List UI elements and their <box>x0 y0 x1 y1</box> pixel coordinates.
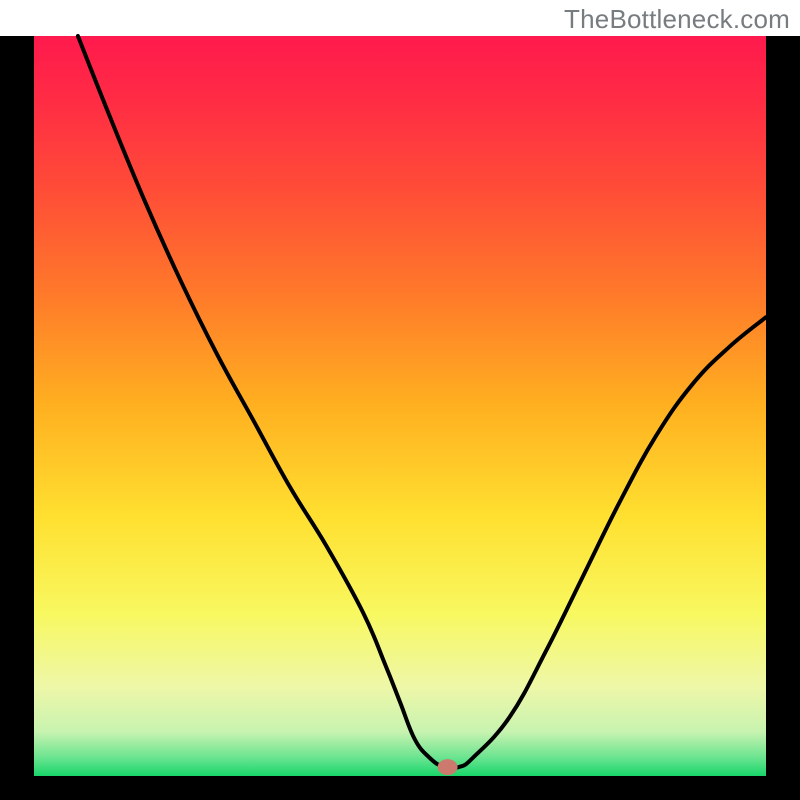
min-marker <box>438 759 458 775</box>
chart-svg <box>0 0 800 800</box>
plot-background <box>34 36 766 776</box>
chart-container: TheBottleneck.com <box>0 0 800 800</box>
watermark-text: TheBottleneck.com <box>564 4 790 35</box>
